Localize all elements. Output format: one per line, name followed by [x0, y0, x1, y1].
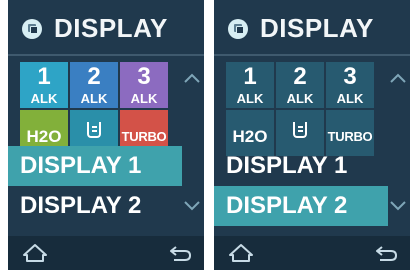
chevron-up-icon[interactable] — [180, 72, 204, 88]
footer-bar — [214, 236, 410, 270]
chevron-down-icon[interactable] — [386, 200, 410, 216]
cup-icon — [87, 122, 101, 138]
tile-label: H2O — [232, 127, 268, 146]
screen-header: DISPLAY — [8, 0, 204, 56]
page-title: DISPLAY — [260, 13, 374, 43]
display-screen-left: DISPLAY 1 ALK 2 ALK 3 ALK H2O TURBO DISP… — [8, 0, 204, 270]
tile-number: 3 — [343, 63, 357, 90]
back-icon[interactable] — [168, 244, 192, 262]
tile-number: 2 — [293, 63, 307, 90]
menu-item-display-2[interactable]: DISPLAY 2 — [214, 186, 388, 226]
tile-number: 1 — [37, 63, 51, 90]
display-icon — [22, 19, 42, 39]
tile-label: H2O — [26, 127, 62, 146]
footer-bar — [8, 236, 204, 270]
tile-alk-2[interactable]: 2 ALK — [276, 62, 324, 108]
tile-label: ALK — [286, 91, 314, 106]
display-screen-right: DISPLAY 1 ALK 2 ALK 3 ALK H2O TURBO DISP… — [214, 0, 410, 270]
tile-alk-1[interactable]: 1 ALK — [226, 62, 274, 108]
tile-alk-3[interactable]: 3 ALK — [326, 62, 374, 108]
tile-number: 3 — [137, 63, 151, 90]
chevron-up-icon[interactable] — [386, 72, 410, 88]
display-icon — [228, 19, 248, 39]
tile-alk-1[interactable]: 1 ALK — [20, 62, 68, 108]
tile-label: TURBO — [121, 129, 167, 144]
screen-header: DISPLAY — [214, 0, 410, 56]
tile-label: ALK — [236, 91, 264, 106]
menu-item-display-1[interactable]: DISPLAY 1 — [214, 146, 388, 186]
back-icon[interactable] — [374, 244, 398, 262]
chevron-down-icon[interactable] — [180, 200, 204, 216]
cup-icon — [293, 122, 307, 138]
tile-alk-2[interactable]: 2 ALK — [70, 62, 118, 108]
menu-item-display-1[interactable]: DISPLAY 1 — [8, 146, 182, 186]
tile-label: ALK — [130, 91, 158, 106]
tile-label: ALK — [80, 91, 108, 106]
tile-number: 2 — [87, 63, 101, 90]
tile-alk-3[interactable]: 3 ALK — [120, 62, 168, 108]
tile-label: ALK — [336, 91, 364, 106]
tile-number: 1 — [243, 63, 257, 90]
home-icon[interactable] — [228, 243, 254, 263]
tile-label: TURBO — [327, 129, 373, 144]
page-title: DISPLAY — [54, 13, 168, 43]
menu-item-display-2[interactable]: DISPLAY 2 — [8, 186, 182, 226]
tile-label: ALK — [30, 91, 58, 106]
home-icon[interactable] — [22, 243, 48, 263]
